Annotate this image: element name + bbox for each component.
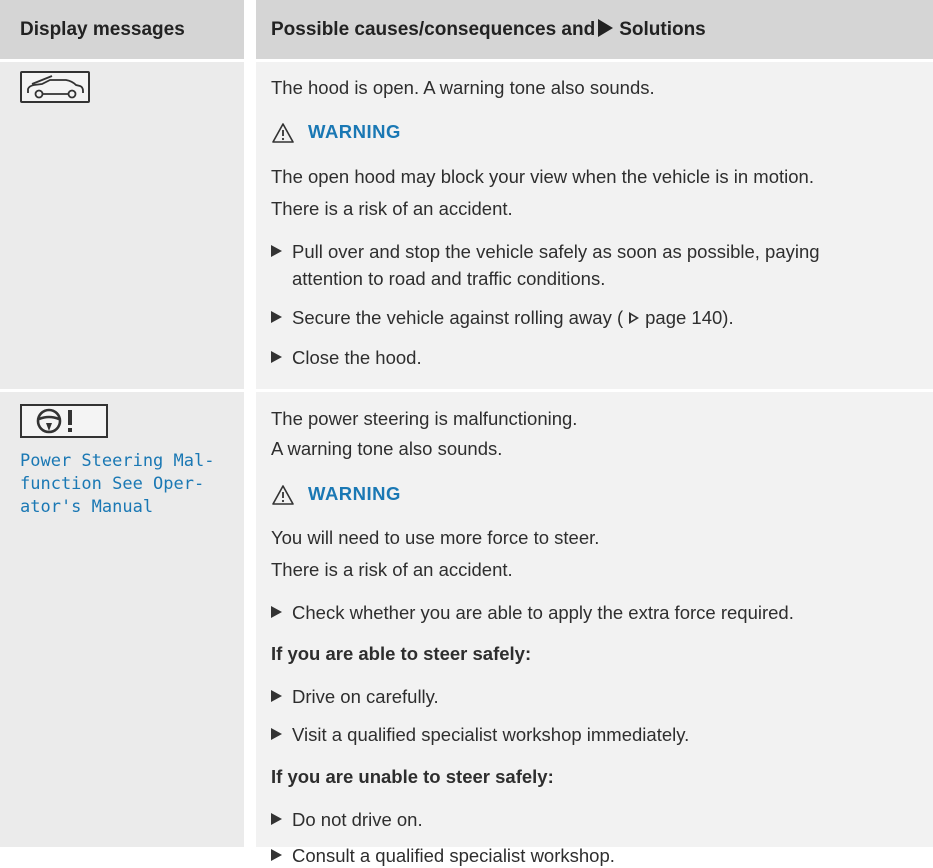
warning-triangle-icon xyxy=(272,485,294,505)
causes-cell: The power steering is malfunctioning. A … xyxy=(256,392,933,866)
bullet-arrow-icon xyxy=(271,606,282,618)
warning-text: The open hood may block your view when t… xyxy=(271,166,814,187)
cause-text: The hood is open. A warning tone also so… xyxy=(271,77,655,98)
solution-step: Visit a qualified specialist workshop im… xyxy=(271,723,689,747)
causes-cell: The hood is open. A warning tone also so… xyxy=(256,62,933,389)
cause-text: The power steering is malfunctioning. xyxy=(271,408,578,429)
hood-open-icon xyxy=(20,71,90,103)
header-display-messages: Display messages xyxy=(20,19,185,40)
condition-heading: If you are able to steer safely: xyxy=(271,643,532,664)
steering-wheel-warning-icon xyxy=(20,404,108,438)
page-reference-icon xyxy=(629,312,640,324)
solution-step: Drive on carefully. xyxy=(271,685,439,709)
condition-heading: If you are unable to steer safely: xyxy=(271,766,554,787)
header-solutions-text: Solutions xyxy=(619,19,706,40)
solution-arrow-icon xyxy=(598,19,614,37)
header-causes-solutions: Possible causes/consequences and Solution… xyxy=(256,0,933,59)
page-reference-link[interactable]: page 140). xyxy=(645,307,733,328)
display-message-cell xyxy=(0,62,244,389)
bullet-arrow-icon xyxy=(271,351,282,363)
solution-step: Pull over and stop the vehicle safely as… xyxy=(271,240,820,264)
solution-step: Close the hood. xyxy=(271,346,422,370)
bullet-arrow-icon xyxy=(271,690,282,702)
warning-label: WARNING xyxy=(308,121,401,142)
table-header: Display messages Possible causes/consequ… xyxy=(0,0,933,59)
bullet-arrow-icon xyxy=(271,245,282,257)
display-message-text: Power Steering Mal- function See Oper- a… xyxy=(20,451,215,517)
solution-step: Check whether you are able to apply the … xyxy=(271,601,794,625)
table-row: Power Steering Mal- function See Oper- a… xyxy=(0,392,933,866)
bullet-arrow-icon xyxy=(271,728,282,740)
bullet-arrow-icon xyxy=(271,849,282,861)
display-message-cell: Power Steering Mal- function See Oper- a… xyxy=(0,392,244,847)
display-messages-table: Display messages Possible causes/consequ… xyxy=(0,0,933,866)
table-row: The hood is open. A warning tone also so… xyxy=(0,62,933,389)
warning-text: You will need to use more force to steer… xyxy=(271,527,600,548)
cause-text: A warning tone also sounds. xyxy=(271,438,503,459)
header-causes-text: Possible causes/consequences and xyxy=(271,19,596,40)
solution-step: Consult a qualified specialist workshop. xyxy=(271,844,615,868)
solution-step: Secure the vehicle against rolling away … xyxy=(271,306,734,330)
warning-triangle-icon xyxy=(272,123,294,143)
solution-step-continued: attention to road and traffic conditions… xyxy=(292,268,606,289)
warning-label: WARNING xyxy=(308,483,401,504)
bullet-arrow-icon xyxy=(271,311,282,323)
solution-step: Do not drive on. xyxy=(271,808,423,832)
warning-text: There is a risk of an accident. xyxy=(271,198,513,219)
bullet-arrow-icon xyxy=(271,813,282,825)
warning-text: There is a risk of an accident. xyxy=(271,559,513,580)
